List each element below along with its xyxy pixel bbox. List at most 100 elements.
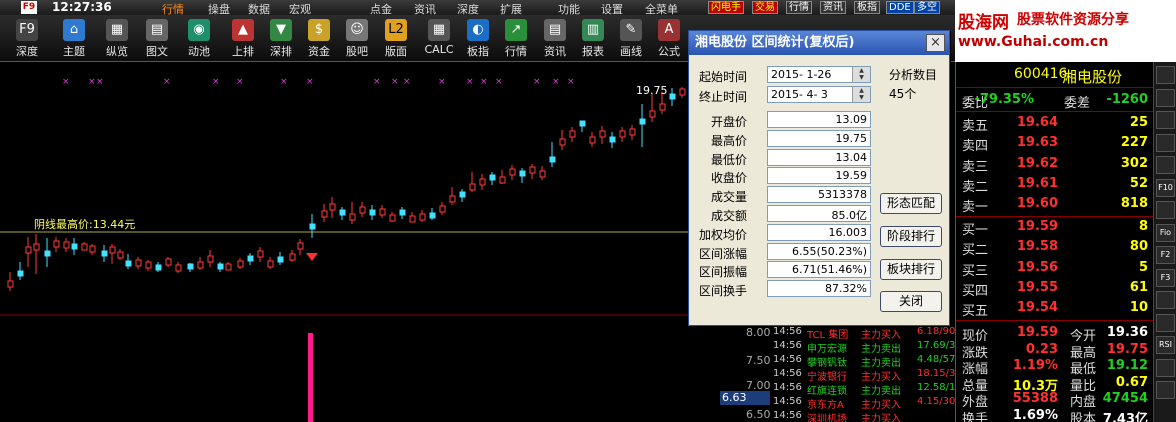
stat-label: 最高价: [710, 133, 747, 148]
sector-rank-button[interactable]: 板块排行: [880, 259, 942, 280]
toolbar-formula-button[interactable]: A 公式: [650, 15, 688, 61]
tick-row[interactable]: 14:56 攀钢钒钛 主力卖出 4.48/57: [773, 354, 956, 369]
info-icon[interactable]: [1156, 201, 1175, 219]
candle-body-24: [237, 260, 244, 268]
toolbar-theme-button[interactable]: ⌂ 主题: [55, 15, 93, 61]
tick-row[interactable]: 14:56 TCL 集团 主力买入 6.18/90: [773, 326, 955, 341]
candle-body-27: [267, 260, 274, 268]
tick-time: 14:56: [773, 410, 802, 421]
kline-icon[interactable]: [1156, 111, 1175, 129]
spin-arrows-icon[interactable]: ▲ ▼: [852, 87, 870, 102]
dialog-close-button[interactable]: ×: [926, 34, 945, 52]
up-icon[interactable]: [1156, 291, 1175, 309]
menu-all[interactable]: 全菜单: [645, 1, 678, 15]
rsi-icon[interactable]: RSI: [1156, 336, 1175, 354]
tick-row[interactable]: 14:56 深圳机场 主力买入: [773, 410, 955, 422]
f9-button[interactable]: F9: [21, 1, 37, 14]
tick-list[interactable]: 14:56 TCL 集团 主力买入 6.18/90 14:56 申万宏源 主力卖出 17.69…: [773, 326, 955, 422]
buy-volume: 8: [1138, 219, 1148, 234]
toolbar-report-button[interactable]: ▥ 报表: [574, 15, 612, 61]
candle-body-17: [165, 258, 172, 266]
start-date-picker[interactable]: 2015- 1-26 ▲ ▼: [767, 66, 871, 83]
flame-icon[interactable]: [1156, 156, 1175, 174]
f10-icon[interactable]: F10: [1156, 178, 1175, 197]
kline-chart[interactable]: ×××××××××××××××××× 阴线最高价:13.44元 19.75 8.…: [0, 62, 720, 422]
buy-volume: 10: [1129, 300, 1148, 316]
toolbar-market-button[interactable]: ↗ 行情: [497, 15, 535, 61]
sell-label: 卖一: [962, 200, 989, 216]
menu-news[interactable]: 资讯: [414, 1, 436, 15]
candle-body-14: [135, 259, 142, 267]
buy-label: 买三: [962, 263, 989, 279]
tag-trade[interactable]: 交易: [752, 1, 778, 14]
tick-row[interactable]: 14:56 红旗连锁 主力卖出 12.58/1: [773, 382, 955, 397]
tag-flash[interactable]: 闪电手: [708, 1, 744, 14]
tick-price: 4.48/57: [917, 354, 956, 365]
stage-rank-button[interactable]: 阶段排行: [880, 226, 942, 247]
tick-action: 主力卖出: [861, 358, 901, 369]
toolbar-draw-button[interactable]: ✎ 画线: [612, 15, 650, 61]
tick-row[interactable]: 14:56 京东方A 主力买入 4.15/30: [773, 396, 955, 411]
menu-depth[interactable]: 深度: [457, 1, 479, 15]
grid-icon[interactable]: [1156, 133, 1175, 152]
buy-row: 买四 19.55 61: [962, 279, 1152, 299]
weibi-value: -79.35%: [974, 92, 1034, 107]
menu-trade[interactable]: 操盘: [208, 1, 230, 15]
toolbar-calc-button[interactable]: ▦ CALC: [420, 15, 458, 61]
toolbar-graphic-button[interactable]: ▤ 图文: [138, 15, 176, 61]
toolbar-sz-rank-button[interactable]: ▼ 深排: [262, 15, 300, 61]
toolbar-sh-rank-button[interactable]: ▲ 上排: [224, 15, 262, 61]
menu-extend[interactable]: 扩展: [500, 1, 522, 15]
f3-icon[interactable]: F3: [1156, 268, 1175, 287]
buy-row: 买三 19.56 5: [962, 259, 1152, 279]
app-window: F9 12:27:36 行情 操盘 数据 宏观 点金 资讯 深度 扩展 功能 设…: [0, 0, 1176, 422]
candle-body-6: [63, 241, 70, 249]
chart-icon[interactable]: [1156, 66, 1175, 84]
marker-2: ×: [96, 77, 104, 87]
close-button[interactable]: 关闭: [880, 291, 942, 312]
marker-8: ×: [373, 77, 381, 87]
menu-data[interactable]: 数据: [248, 1, 270, 15]
tag-quotes[interactable]: 行情: [786, 1, 812, 14]
menu-dianjin[interactable]: 点金: [370, 1, 392, 15]
toolbar-depth-button[interactable]: F9 深度: [8, 15, 46, 61]
menu-settings[interactable]: 设置: [601, 1, 623, 15]
tick-price: 17.69/3: [917, 340, 956, 351]
swap-icon[interactable]: [1156, 358, 1175, 377]
tag-index[interactable]: 板指: [854, 1, 880, 14]
pattern-match-button[interactable]: 形态匹配: [880, 193, 942, 214]
toolbar-board-index-button[interactable]: ◐ 板指: [459, 15, 497, 61]
end-date-picker[interactable]: 2015- 4- 3 ▲ ▼: [767, 86, 871, 103]
menu-quotes[interactable]: 行情: [162, 1, 184, 15]
tick-stock-name: 攀钢钒钛: [807, 358, 847, 369]
quote-panel: 600416 湘电股份 委比 -79.35% 委差 -1260 卖五 19.64 2…: [955, 62, 1154, 422]
toolbar-layout-button[interactable]: L2 版面: [377, 15, 415, 61]
sell-row: 卖一 19.60 818: [962, 195, 1152, 215]
tag-news[interactable]: 资讯: [820, 1, 846, 14]
toolbar-pool-button[interactable]: ◉ 动池: [180, 15, 218, 61]
tag-longshort[interactable]: 多空: [914, 1, 940, 14]
menu-function[interactable]: 功能: [558, 1, 580, 15]
spin-arrows-icon[interactable]: ▲ ▼: [852, 67, 870, 82]
menu-macro[interactable]: 宏观: [289, 1, 311, 15]
cross-icon[interactable]: [1156, 381, 1175, 399]
line-icon[interactable]: [1156, 88, 1175, 107]
sell-volume: 25: [1129, 115, 1148, 130]
tag-dde[interactable]: DDE: [886, 1, 914, 14]
tick-stock-name: 深圳机场: [807, 414, 847, 422]
toolbar-overview-button[interactable]: ▦ 纵览: [98, 15, 136, 61]
toolbar-fund-button[interactable]: $ 资金: [300, 15, 338, 61]
toolbar-forum-button[interactable]: ☺ 股吧: [338, 15, 376, 61]
tick-row[interactable]: 14:56 宁波银行 主力买入 18.15/3: [773, 368, 955, 383]
dn-icon[interactable]: [1156, 313, 1175, 332]
candle-body-35: [349, 213, 356, 221]
sell-volume: 302: [1120, 155, 1148, 171]
toolbar-info-button[interactable]: ▤ 资讯: [536, 15, 574, 61]
buy-row: 买五 19.54 10: [962, 299, 1152, 319]
tick-time: 14:56: [773, 326, 802, 337]
candle-body-57: [569, 130, 576, 138]
f2-icon[interactable]: F2: [1156, 246, 1175, 264]
fi-icon[interactable]: Fio: [1156, 223, 1175, 242]
tick-row[interactable]: 14:56 申万宏源 主力卖出 17.69/3: [773, 340, 956, 355]
marker-11: ×: [438, 77, 446, 87]
